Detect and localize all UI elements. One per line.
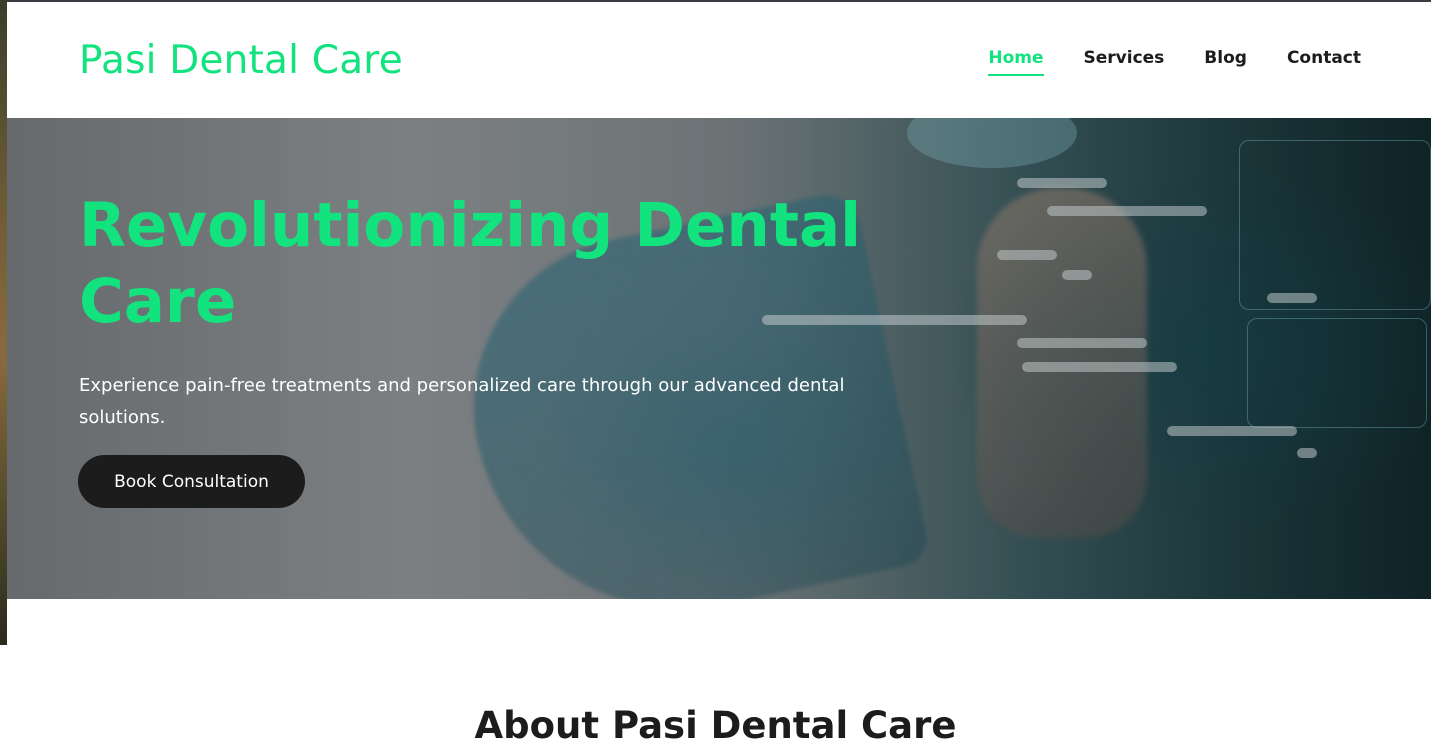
site-logo[interactable]: Pasi Dental Care xyxy=(79,38,403,83)
nav-item-services[interactable]: Services xyxy=(1084,48,1165,76)
nav-item-blog[interactable]: Blog xyxy=(1204,48,1247,76)
nav-item-contact[interactable]: Contact xyxy=(1287,48,1361,76)
book-consultation-button[interactable]: Book Consultation xyxy=(78,455,305,508)
hero-subtitle: Experience pain-free treatments and pers… xyxy=(79,375,845,428)
background-strip xyxy=(0,0,7,645)
nav-item-home[interactable]: Home xyxy=(988,48,1044,76)
about-section-title: About Pasi Dental Care xyxy=(474,704,957,740)
site-header: Pasi Dental Care Home Services Blog Cont… xyxy=(7,2,1431,118)
hero-section: Revolutionizing Dental Care Experience p… xyxy=(7,118,1431,599)
hero-title: Revolutionizing Dental Care xyxy=(79,190,862,337)
main-nav: Home Services Blog Contact xyxy=(988,48,1361,76)
